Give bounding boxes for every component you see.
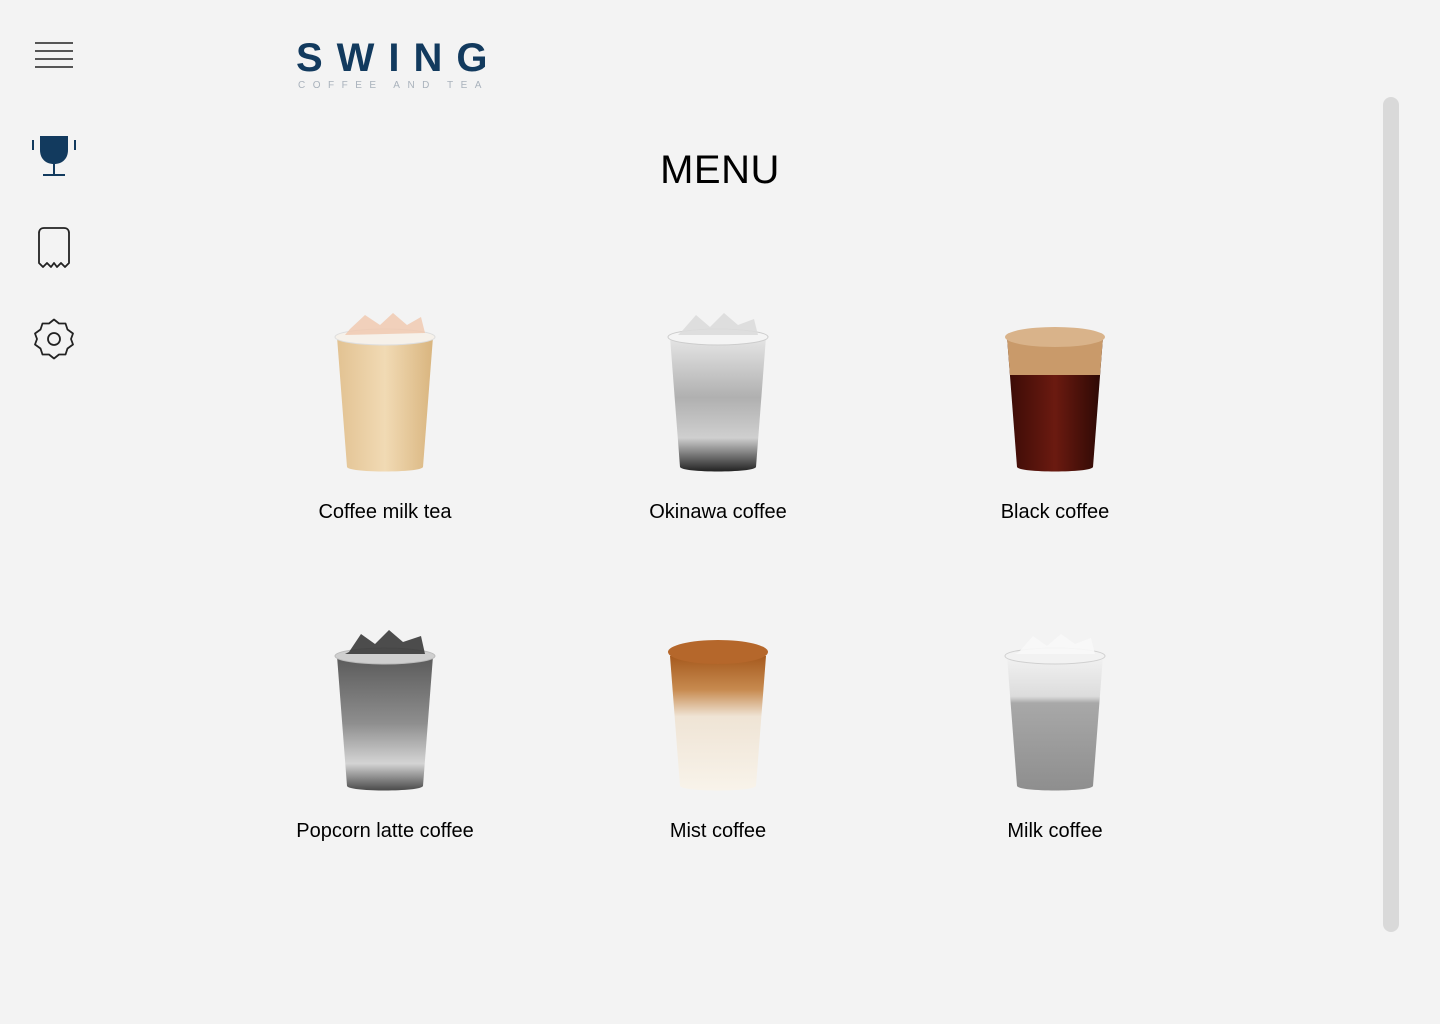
vertical-scrollbar[interactable] — [1383, 97, 1399, 932]
milk-coffee-image — [1004, 634, 1106, 791]
menu-item-popcorn-latte-coffee[interactable]: Popcorn latte coffee — [265, 626, 505, 866]
menu-item-okinawa-coffee[interactable]: Okinawa coffee — [598, 307, 838, 547]
hamburger-menu-icon — [35, 42, 73, 68]
menu-item-black-coffee[interactable]: Black coffee — [935, 307, 1175, 547]
menu-item-label: Coffee milk tea — [318, 501, 452, 523]
black-coffee-image — [1005, 327, 1105, 472]
coffee-milk-tea-image — [334, 313, 436, 472]
menu-item-label: Okinawa coffee — [649, 501, 787, 523]
hamburger-menu-button[interactable] — [30, 31, 78, 79]
menu-item-label: Popcorn latte coffee — [296, 820, 474, 842]
sidebar-item-orders[interactable] — [30, 223, 78, 271]
okinawa-coffee-image — [667, 313, 769, 472]
menu-item-label: Milk coffee — [1007, 820, 1103, 842]
popcorn-latte-coffee-image — [334, 630, 436, 791]
receipt-icon — [38, 227, 70, 268]
menu-item-mist-coffee[interactable]: Mist coffee — [598, 626, 838, 866]
menu-item-milk-coffee[interactable]: Milk coffee — [935, 626, 1175, 866]
brand-logo[interactable]: SWING COFFEE AND TEA — [296, 36, 506, 96]
page-title: MENU — [660, 148, 780, 192]
brand-name: SWING — [296, 36, 502, 80]
menu-item-label: Black coffee — [1000, 501, 1110, 523]
menu-item-coffee-milk-tea[interactable]: Coffee milk tea — [265, 307, 505, 547]
brand-tagline: COFFEE AND TEA — [298, 80, 489, 91]
menu-item-label: Mist coffee — [669, 820, 767, 842]
gear-icon — [34, 318, 74, 360]
sidebar-item-settings[interactable] — [30, 315, 78, 363]
mist-coffee-image — [668, 640, 768, 791]
